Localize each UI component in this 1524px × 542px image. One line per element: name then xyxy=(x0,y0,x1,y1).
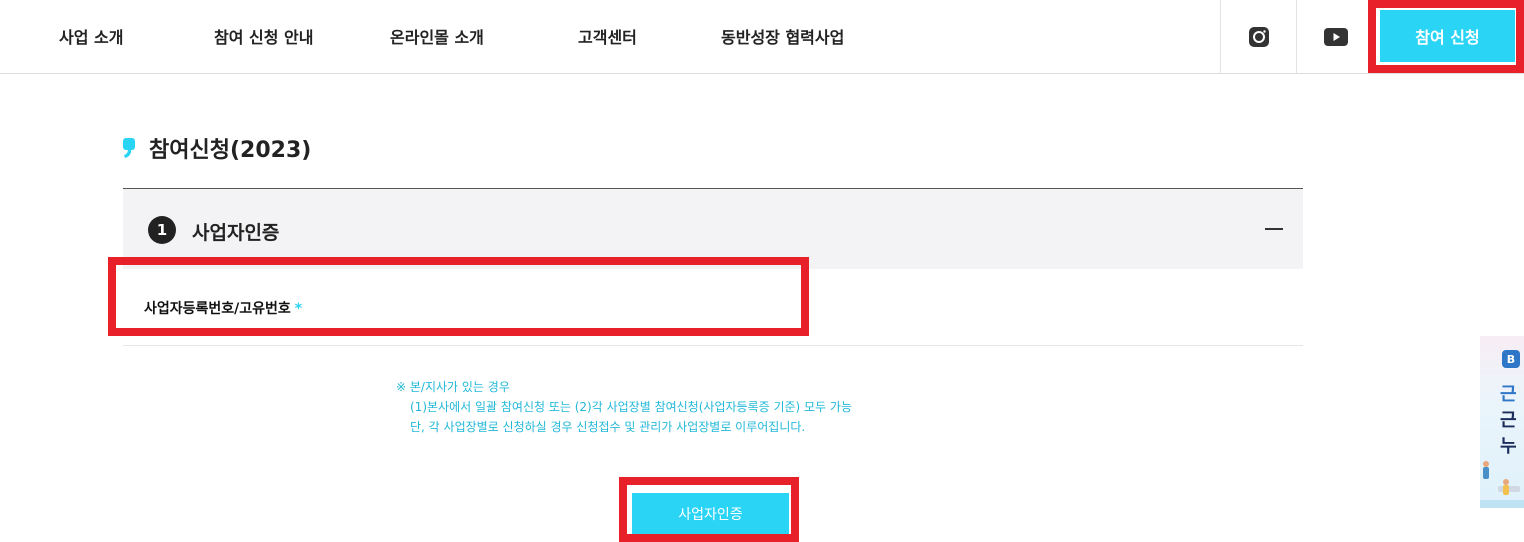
notice-line-1: ※ 본/지사가 있는 경우 xyxy=(396,380,510,394)
business-auth-button[interactable]: 사업자인증 xyxy=(632,493,789,534)
nav-item-customer-center[interactable]: 고객센터 xyxy=(578,24,637,48)
business-number-label-text: 사업자등록번호/고유번호 xyxy=(144,301,291,317)
banner-text-line-1: 근 xyxy=(1500,384,1517,405)
notice-line-3: 단, 각 사업장별로 신청하실 경우 신청접수 및 관리가 사업장별로 이루어집… xyxy=(410,420,806,434)
nav-item-cooperation-project[interactable]: 동반성장 협력사업 xyxy=(721,24,844,48)
top-navigation: 사업 소개 참여 신청 안내 온라인몰 소개 고객센터 동반성장 협력사업 참여… xyxy=(0,0,1524,74)
banner-logo: B xyxy=(1502,350,1520,368)
collapse-icon[interactable] xyxy=(1263,217,1285,239)
section-title: 사업자인증 xyxy=(192,222,280,244)
youtube-link[interactable] xyxy=(1296,0,1374,73)
nav-item-online-mall-intro[interactable]: 온라인몰 소개 xyxy=(390,24,484,48)
nav-item-business-intro[interactable]: 사업 소개 xyxy=(59,24,123,48)
banner-text-line-2: 근 xyxy=(1500,410,1517,431)
page-title: 참여신청(2023) xyxy=(149,138,312,163)
participate-button[interactable]: 참여 신청 xyxy=(1380,10,1515,62)
step-number-badge: 1 xyxy=(148,216,176,244)
side-banner[interactable]: B 근 근 누 xyxy=(1480,336,1524,508)
business-number-label: 사업자등록번호/고유번호 * xyxy=(144,298,302,318)
business-auth-section: 1 사업자인증 xyxy=(123,188,1303,269)
nav-item-participation-guide[interactable]: 참여 신청 안내 xyxy=(214,24,313,48)
branch-notice: ※ 본/지사가 있는 경우 (1)본사에서 일괄 참여신청 또는 (2)각 사업… xyxy=(396,377,852,437)
required-mark: * xyxy=(294,301,303,317)
field-divider xyxy=(123,345,1303,346)
quote-mark-icon xyxy=(123,138,135,158)
instagram-icon xyxy=(1248,26,1269,47)
banner-illustration xyxy=(1480,461,1524,508)
youtube-icon xyxy=(1323,27,1348,46)
instagram-link[interactable] xyxy=(1220,0,1296,73)
notice-line-2: (1)본사에서 일괄 참여신청 또는 (2)각 사업장별 참여신청(사업자등록증… xyxy=(410,400,853,414)
banner-text-line-3: 누 xyxy=(1500,436,1517,457)
